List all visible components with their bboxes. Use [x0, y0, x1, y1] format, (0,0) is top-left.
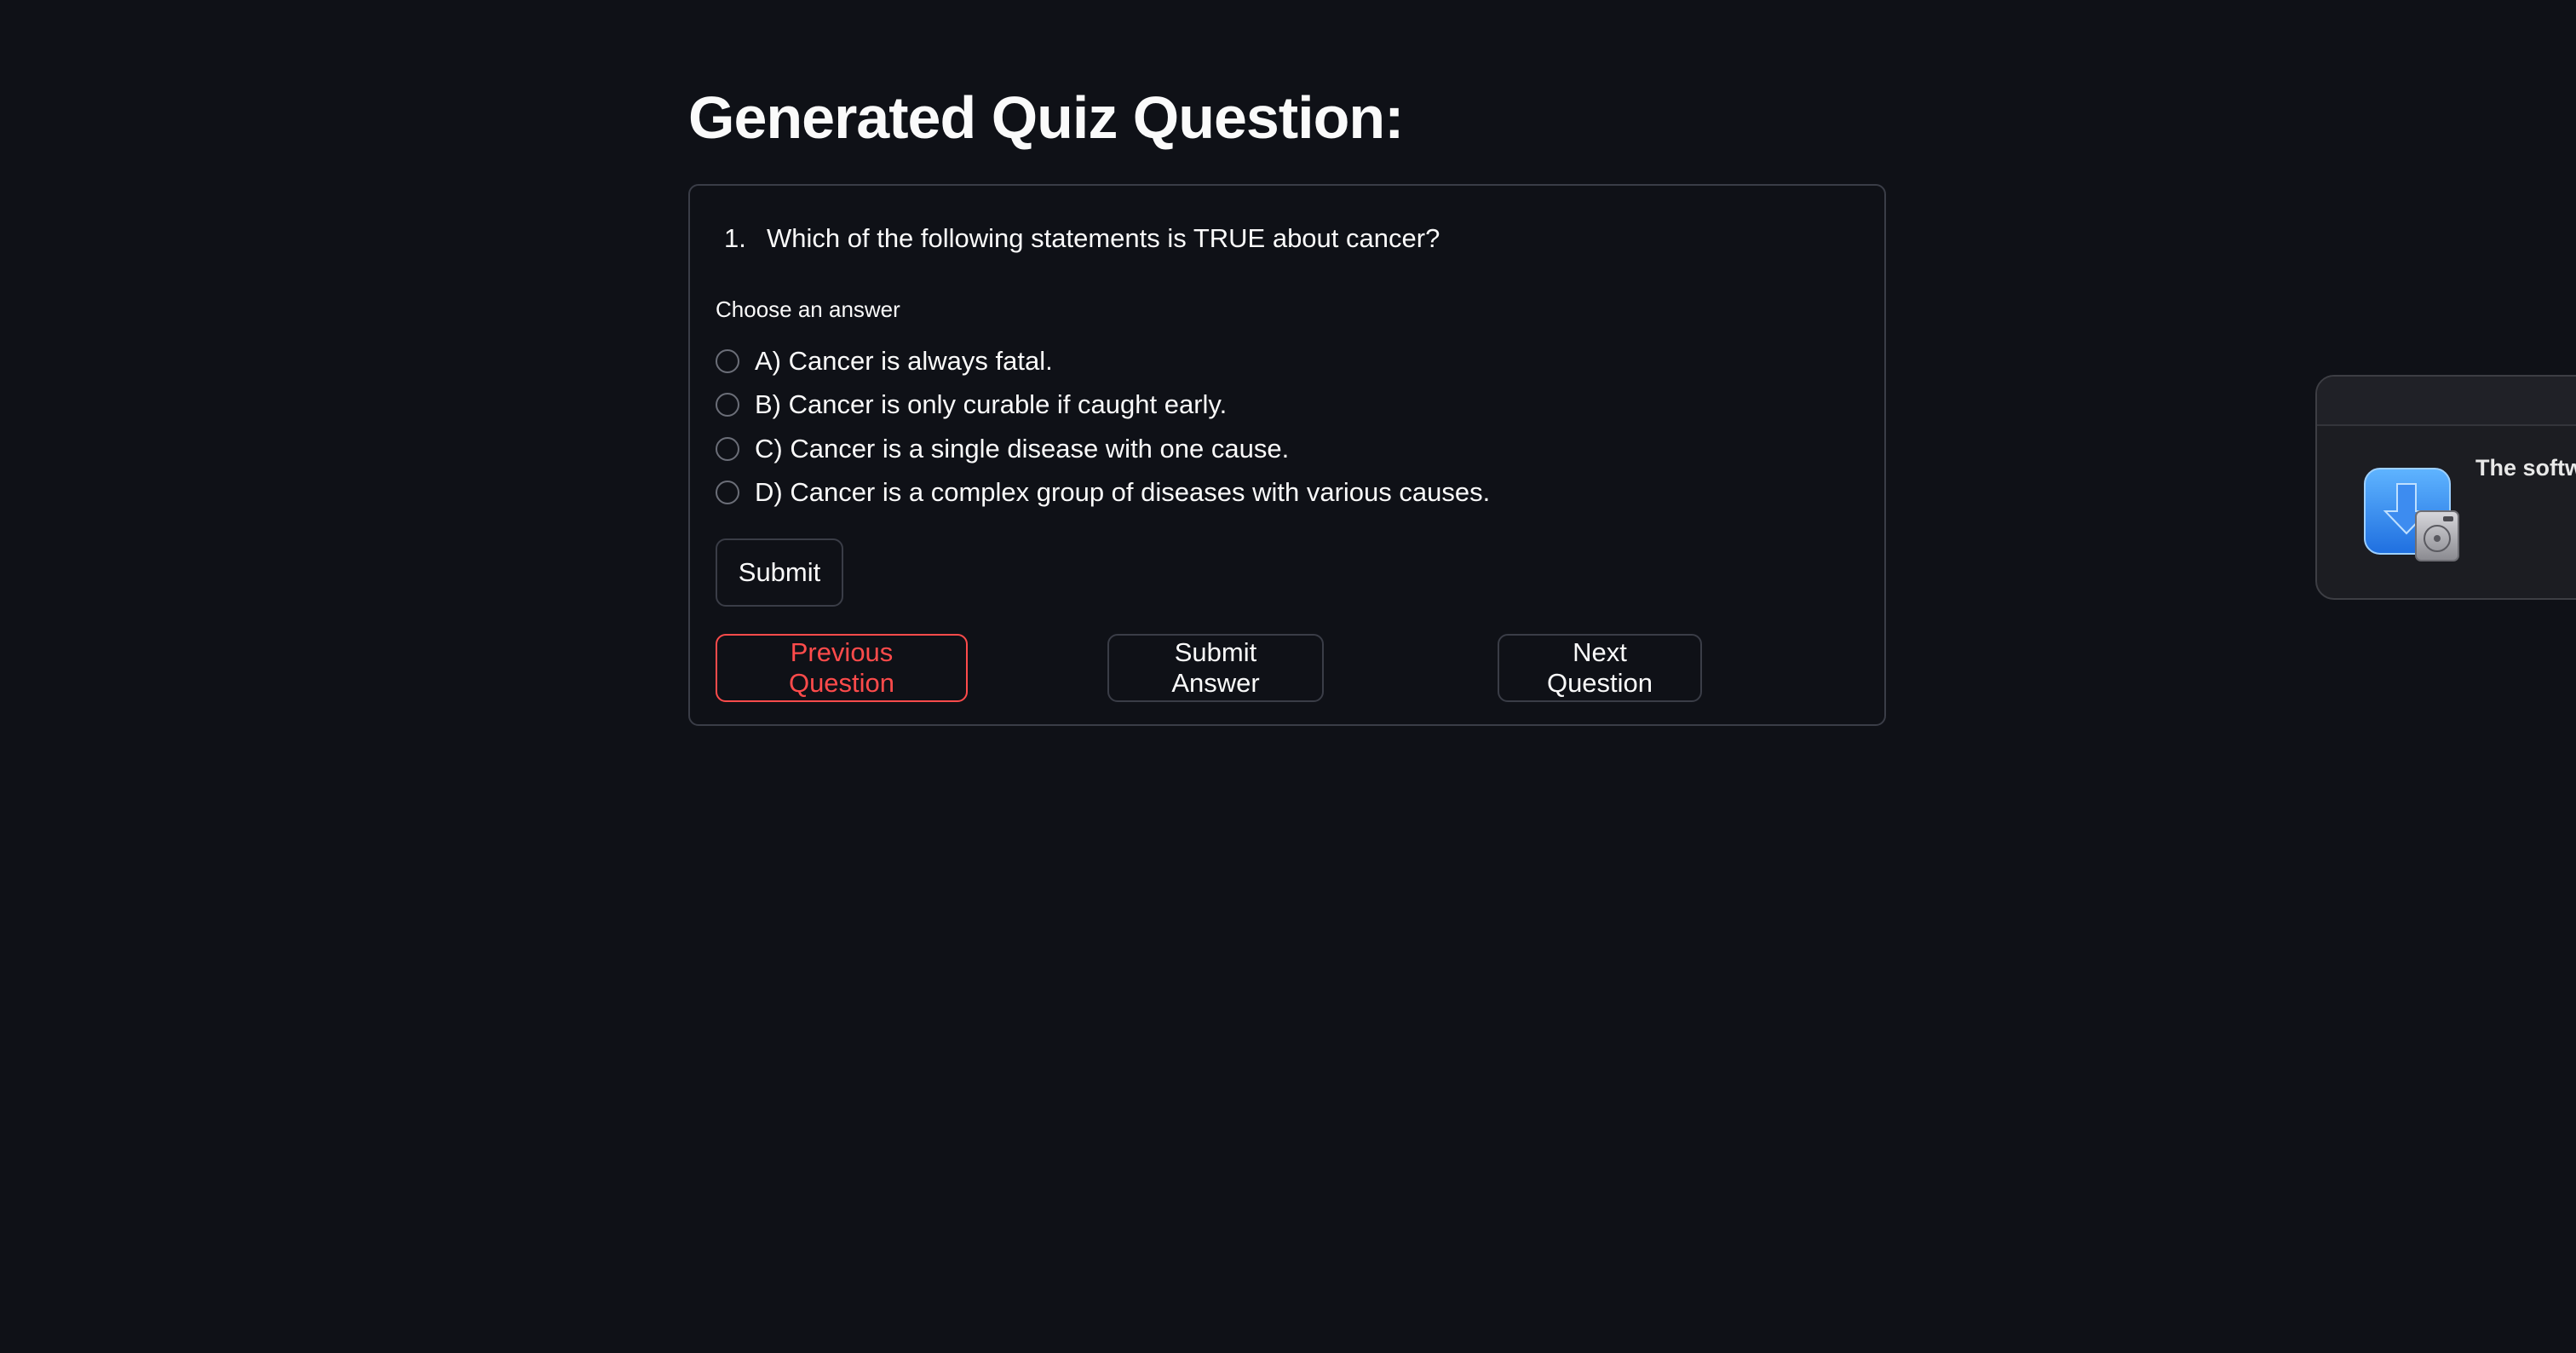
answer-option-label: A) Cancer is always fatal.	[755, 345, 1053, 376]
question-text: Which of the following statements is TRU…	[767, 223, 1440, 253]
answer-radio-group: A) Cancer is always fatal. B) Cancer is …	[716, 339, 1490, 515]
notification-text: The softw	[2475, 455, 2576, 481]
answer-option-b[interactable]: B) Cancer is only curable if caught earl…	[716, 383, 1490, 428]
answer-group-label: Choose an answer	[716, 297, 900, 322]
radio-button[interactable]	[716, 436, 739, 461]
question-number: 1.	[724, 223, 746, 253]
radio-button[interactable]	[716, 393, 739, 417]
quiz-card: 1. Which of the following statements is …	[688, 184, 1886, 726]
next-question-button[interactable]: Next Question	[1498, 634, 1702, 702]
answer-option-label: C) Cancer is a single disease with one c…	[755, 433, 1290, 463]
answer-option-c[interactable]: C) Cancer is a single disease with one c…	[716, 427, 1490, 471]
notification-header	[2317, 377, 2576, 426]
radio-button[interactable]	[716, 348, 739, 373]
question-line: 1. Which of the following statements is …	[724, 223, 1440, 254]
previous-question-button[interactable]: Previous Question	[716, 634, 968, 702]
answer-option-label: B) Cancer is only curable if caught earl…	[755, 389, 1228, 420]
submit-button[interactable]: Submit	[716, 538, 843, 607]
radio-button[interactable]	[716, 481, 739, 505]
submit-answer-button[interactable]: Submit Answer	[1107, 634, 1324, 702]
answer-option-d[interactable]: D) Cancer is a complex group of diseases…	[716, 471, 1490, 515]
page-title: Generated Quiz Question:	[688, 84, 1404, 151]
system-notification[interactable]: The softw	[2315, 375, 2576, 600]
app-page: Generated Quiz Question: 1. Which of the…	[0, 0, 2576, 1353]
answer-option-label: D) Cancer is a complex group of diseases…	[755, 477, 1491, 508]
answer-option-a[interactable]: A) Cancer is always fatal.	[716, 339, 1490, 383]
software-update-installer-icon	[2363, 465, 2462, 564]
